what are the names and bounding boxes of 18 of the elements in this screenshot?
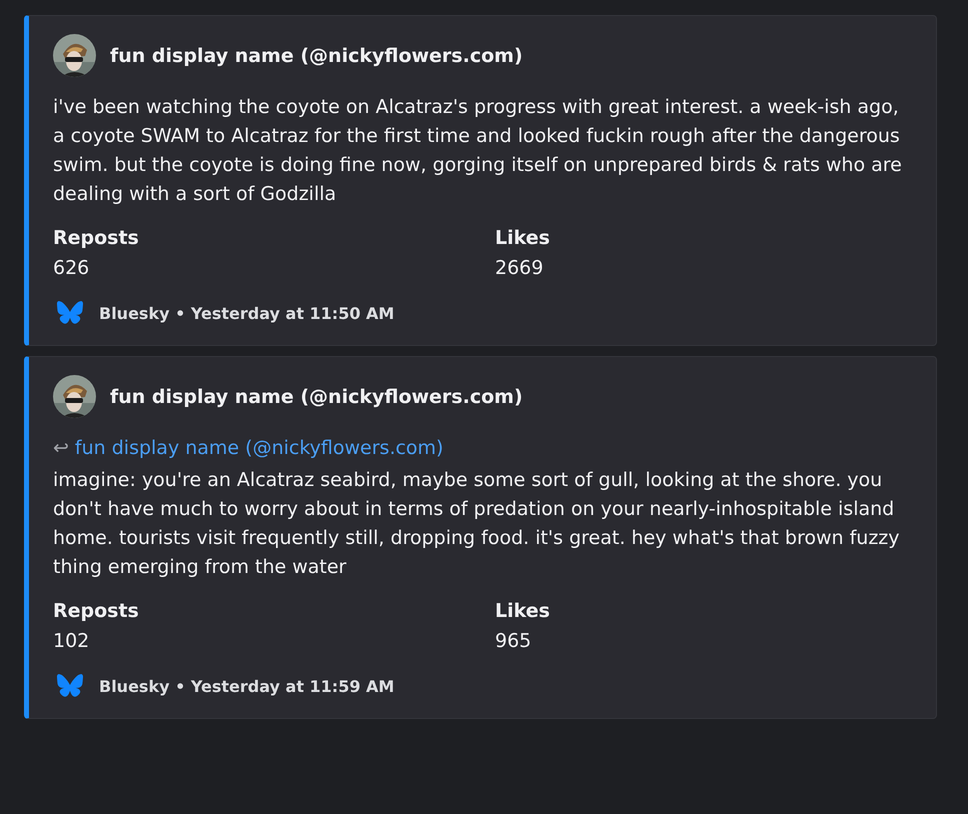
post-text: i've been watching the coyote on Alcatraz's progress with great interest. a week-ish ago, a coyote SWAM to Alcatraz for the first time and looked fuckin rough after the dangerous swim. but the coyote is doing fine now, gorging itself on unprepared birds & rats who are dealing with a sort of Godzilla xyxy=(53,95,903,207)
field-name: Likes xyxy=(495,226,551,251)
reply-arrow: ↩ xyxy=(53,436,69,461)
footer-text: Bluesky • Yesterday at 11:59 AM xyxy=(99,676,394,696)
field-name: Reposts xyxy=(53,226,140,251)
post-text: imagine: you're an Alcatraz seabird, maybe some sort of gull, looking at the shore. you don't have much to worry about in terms of predation on your nearly-inhospitable island home. tourists visit frequently still, dropping food. it's great. hey what's that brown fuzzy thing emerging from the water xyxy=(53,468,901,580)
field-name: Reposts xyxy=(53,599,140,624)
butterfly-icon xyxy=(57,301,83,325)
field-value: 102 xyxy=(53,629,90,654)
field-value: 626 xyxy=(53,256,90,281)
field-value: 965 xyxy=(495,629,532,654)
author-name[interactable]: fun display name (@nickyflowers.com) xyxy=(110,44,523,66)
author-name[interactable]: fun display name (@nickyflowers.com) xyxy=(110,386,523,408)
footer-text: Bluesky • Yesterday at 11:50 AM xyxy=(99,304,394,322)
reply-link[interactable]: fun display name (@nickyflowers.com) xyxy=(74,434,444,462)
field-value: 2669 xyxy=(495,256,544,281)
butterfly-icon xyxy=(57,674,83,698)
field-name: Likes xyxy=(495,599,551,624)
